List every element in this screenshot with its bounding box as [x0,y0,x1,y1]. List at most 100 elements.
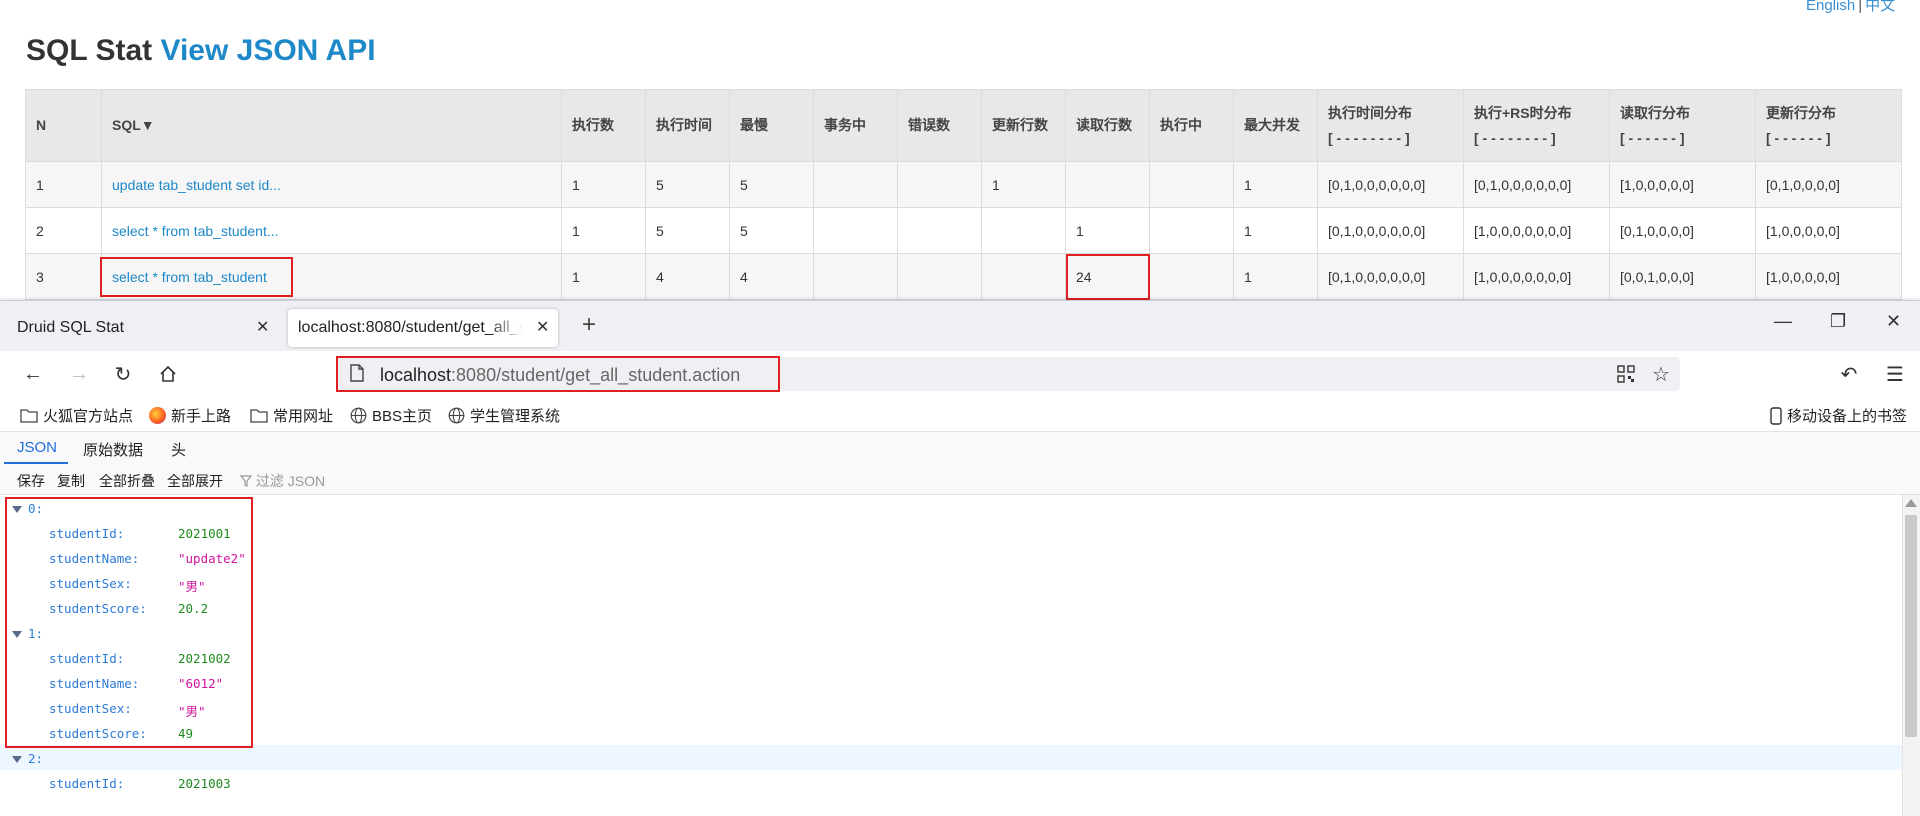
json-node-row[interactable]: 1: [0,620,1902,645]
tab-headers[interactable]: 头 [171,439,186,460]
tab-raw-data[interactable]: 原始数据 [83,439,143,460]
globe-icon [448,407,465,424]
col-slowest[interactable]: 最慢 [729,89,814,162]
bookmark-label: 火狐官方站点 [43,408,134,425]
cell-slowest: 5 [729,161,814,208]
cell-running [1149,207,1234,254]
cell-slowest: 5 [729,207,814,254]
page-title-text: SQL Stat [26,34,153,67]
col-in-transaction[interactable]: 事务中 [813,89,898,162]
col-exec-time[interactable]: 执行时间 [645,89,730,162]
expand-triangle-icon[interactable] [12,756,22,763]
json-node-row[interactable]: 2: [0,745,1902,770]
highlighted-sql[interactable]: select * from tab_student [100,256,293,297]
cell-running [1149,161,1234,208]
collapse-all-button[interactable]: 全部折叠 [99,471,155,491]
cell-n: 1 [25,161,102,208]
json-field-row[interactable]: studentId: 2021001 [0,520,1902,545]
cell-exec-count: 1 [561,207,646,254]
copy-button[interactable]: 复制 [57,471,85,491]
cell-sql-link[interactable]: select * from tab_student [100,253,562,300]
cell-exec-count: 1 [561,161,646,208]
bookmark-item[interactable]: 新手上路 [149,405,231,426]
cell-exec-rs-hist: [0,1,0,0,0,0,0,0] [1463,161,1610,208]
page-title: SQL Stat View JSON API [26,34,376,68]
close-window-icon[interactable]: ✕ [1886,311,1901,332]
cell-sql-link[interactable]: update tab_student set id... [101,161,562,208]
bookmark-label: BBS主页 [372,408,433,425]
scrollbar-thumb[interactable] [1905,515,1917,737]
tab-json-response[interactable]: localhost:8080/student/get_all_student.a… [288,309,558,347]
close-icon[interactable]: ✕ [536,317,549,337]
col-read-rows[interactable]: 读取行数 [1065,89,1150,162]
expand-all-button[interactable]: 全部展开 [167,471,223,491]
bookmark-item[interactable]: 学生管理系统 [448,405,560,426]
bookmark-label: 常用网址 [273,408,334,425]
json-field-row[interactable]: studentSex: "男" [0,570,1902,595]
json-index: 2: [28,751,44,766]
qr-code-icon[interactable] [1613,361,1639,387]
lang-english-link[interactable]: English [1806,0,1855,14]
bookmark-star-icon[interactable]: ☆ [1648,361,1674,387]
tab-title: Druid SQL Stat [17,319,125,336]
folder-icon [20,409,38,423]
cell-error-count [897,207,982,254]
reload-icon[interactable]: ↻ [110,361,136,387]
new-tab-plus-icon[interactable]: + [582,311,596,339]
cell-update-rows [981,253,1066,300]
tab-json[interactable]: JSON [17,439,57,456]
table-row: 2 select * from tab_student... 1 5 5 1 1… [25,207,1902,254]
json-viewer-tabs: JSON 原始数据 头 [0,431,1920,465]
cell-running [1149,253,1234,300]
bookmark-item[interactable]: 常用网址 [250,405,333,426]
scroll-up-arrow-icon[interactable] [1905,499,1917,507]
cell-max-concurrent: 1 [1233,161,1318,208]
back-arrow-icon[interactable]: ← [20,361,46,387]
json-field-row[interactable]: studentName: "update2" [0,545,1902,570]
json-field-row[interactable]: studentName: "6012" [0,670,1902,695]
bookmark-label: 学生管理系统 [470,408,561,425]
json-field-row[interactable]: studentId: 2021003 [0,770,1902,795]
col-update-hist[interactable]: 更新行分布 [ - - - - - - ] [1755,89,1902,162]
cell-fetch-hist: [0,0,1,0,0,0] [1609,253,1756,300]
col-fetch-hist[interactable]: 读取行分布 [ - - - - - - ] [1609,89,1756,162]
table-row: 1 update tab_student set id... 1 5 5 1 1… [25,161,1902,208]
col-exec-count[interactable]: 执行数 [561,89,646,162]
restore-icon[interactable]: ❐ [1830,311,1846,332]
home-icon[interactable] [155,361,181,387]
bookmark-item[interactable]: BBS主页 [350,405,432,426]
forward-arrow-icon[interactable]: → [66,361,92,387]
cell-sql-link[interactable]: select * from tab_student... [101,207,562,254]
minimize-icon[interactable]: — [1774,311,1792,332]
col-exec-rs-hist[interactable]: 执行+RS时分布 [ - - - - - - - - ] [1463,89,1610,162]
firefox-icon [149,407,166,424]
col-max-concurrent[interactable]: 最大并发 [1233,89,1318,162]
save-button[interactable]: 保存 [17,471,45,491]
col-update-hist-sub: [ - - - - - - ] [1766,129,1831,146]
json-field-row[interactable]: studentScore: 49 [0,720,1902,745]
folder-icon [250,409,268,423]
col-error-count[interactable]: 错误数 [897,89,982,162]
col-n[interactable]: N [25,89,102,162]
mobile-bookmarks[interactable]: 移动设备上的书签 [1770,405,1907,426]
bookmark-item[interactable]: 火狐官方站点 [20,405,133,426]
filter-icon [239,475,253,487]
json-node-row[interactable]: 0: [0,495,1902,520]
col-exec-hist[interactable]: 执行时间分布 [ - - - - - - - - ] [1317,89,1464,162]
json-field-row[interactable]: studentScore: 20.2 [0,595,1902,620]
undo-icon[interactable]: ↶ [1836,361,1862,387]
filter-json-input[interactable]: 过滤 JSON [239,471,325,491]
cell-exec-hist: [0,1,0,0,0,0,0,0] [1317,207,1464,254]
col-running[interactable]: 执行中 [1149,89,1234,162]
cell-max-concurrent: 1 [1233,253,1318,300]
col-update-rows[interactable]: 更新行数 [981,89,1066,162]
col-sql[interactable]: SQL▼ [101,89,562,162]
close-icon[interactable]: ✕ [256,317,269,337]
tab-druid-sql-stat[interactable]: Druid SQL Stat ✕ [0,309,280,347]
view-json-api-link[interactable]: View JSON API [160,34,375,67]
json-field-row[interactable]: studentId: 2021002 [0,645,1902,670]
menu-icon[interactable]: ☰ [1882,361,1908,387]
lang-chinese-link[interactable]: 中文 [1865,0,1895,14]
navigation-bar: ← → ↻ localhost:8080/student/get_all_stu… [0,351,1920,397]
json-field-row[interactable]: studentSex: "男" [0,695,1902,720]
